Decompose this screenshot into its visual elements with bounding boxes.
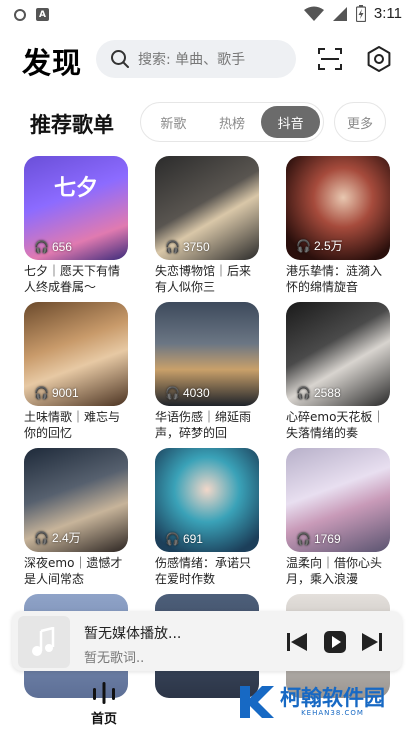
playlist-title: 华语伤感｜绵延雨声，碎梦的回 (155, 410, 252, 440)
playlist-card[interactable]: 🎧 4030 华语伤感｜绵延雨声，碎梦的回 (155, 302, 259, 441)
previous-icon (287, 633, 307, 651)
search-icon (111, 50, 129, 68)
bottom-navigation: 首页 柯翰软件园 KEHAN38.COM (0, 676, 414, 736)
scan-icon (318, 48, 342, 70)
headphones-icon: 🎧 (34, 530, 49, 545)
headphones-icon: 🎧 (165, 240, 180, 254)
scan-button[interactable] (315, 44, 345, 74)
top-header: 发现 搜索: 单曲、歌手 (0, 38, 414, 82)
headphones-icon: 🎧 (165, 532, 180, 546)
signal-icon (332, 6, 347, 21)
settings-button[interactable] (364, 44, 394, 74)
category-tabs: 新歌 热榜 抖音 (140, 102, 324, 142)
playlist-title: 温柔向｜借你心头月，乘入浪漫 (286, 556, 383, 586)
playlist-card[interactable]: 七夕 🎧 656 七夕｜愿天下有情人终成眷属～ (24, 156, 128, 295)
watermark-url: KEHAN38.COM (301, 709, 364, 717)
nav-home-label: 首页 (90, 712, 117, 727)
player-lyrics: 暂无歌词.. (84, 651, 145, 666)
circle-notification-icon (14, 8, 26, 21)
playlist-card[interactable]: 🎧 1769 温柔向｜借你心头月，乘入浪漫 (286, 448, 390, 587)
previous-button[interactable] (284, 629, 310, 655)
status-bar: A 3:11 (0, 0, 414, 30)
play-count: 🎧 1769 (296, 532, 341, 546)
watermark-name: 柯翰软件园 (280, 686, 385, 710)
play-button[interactable] (322, 629, 348, 655)
settings-gear-icon (367, 46, 391, 72)
playlist-title: 伤感情绪：承诺只在爱时作数 (155, 556, 252, 586)
home-bars-icon (93, 682, 115, 704)
watermark-k-icon (240, 686, 274, 718)
playlist-cover: 🎧 2.4万 (24, 448, 128, 552)
play-count: 🎧 3750 (165, 240, 210, 254)
recommended-section-header: 推荐歌单 新歌 热榜 抖音 更多 (0, 102, 414, 144)
playlist-title: 失恋博物馆｜后来有人似你三 (155, 264, 252, 294)
playlist-card[interactable]: 🎧 691 伤感情绪：承诺只在爱时作数 (155, 448, 259, 587)
playlist-card[interactable]: 🎧 3750 失恋博物馆｜后来有人似你三 (155, 156, 259, 295)
playlist-cover: 🎧 1769 (286, 448, 390, 552)
play-icon (324, 631, 346, 653)
headphones-icon: 🎧 (296, 238, 311, 253)
playlist-title: 土味情歌｜难忘与你的回忆 (24, 410, 121, 440)
cover-title-text: 七夕 (54, 176, 99, 201)
play-count: 🎧 4030 (165, 386, 210, 400)
playlist-cover: 🎧 3750 (155, 156, 259, 260)
mini-player[interactable]: 暂无媒体播放... 暂无歌词.. (12, 611, 402, 671)
headphones-icon: 🎧 (165, 386, 180, 400)
playlist-title: 心碎emo天花板｜失落情绪的奏 (286, 410, 385, 440)
play-count: 🎧 2.4万 (34, 530, 81, 546)
playlist-cover: 🎧 691 (155, 448, 259, 552)
section-title: 推荐歌单 (30, 113, 114, 137)
headphones-icon: 🎧 (296, 532, 311, 546)
playlist-title: 深夜emo｜遗憾才是人间常态 (24, 556, 123, 586)
playlist-card[interactable]: 🎧 9001 土味情歌｜难忘与你的回忆 (24, 302, 128, 441)
playlist-card[interactable]: 🎧 2588 心碎emo天花板｜失落情绪的奏 (286, 302, 390, 441)
play-count: 🎧 2.5万 (296, 238, 343, 254)
more-button[interactable]: 更多 (334, 102, 386, 142)
play-count: 🎧 9001 (34, 386, 79, 400)
playlist-cover: 🎧 2.5万 (286, 156, 390, 260)
play-count: 🎧 656 (34, 240, 72, 254)
next-button[interactable] (359, 629, 385, 655)
playlist-cover: 🎧 4030 (155, 302, 259, 406)
watermark-logo: 柯翰软件园 KEHAN38.COM (236, 682, 385, 722)
play-count: 🎧 2588 (296, 386, 341, 400)
playlist-card[interactable]: 🎧 2.5万 港乐挚情：涟漪入怀的绵情旋音 (286, 156, 390, 295)
tab-new-songs[interactable]: 新歌 (144, 106, 203, 138)
headphones-icon: 🎧 (34, 386, 49, 400)
player-artwork (18, 616, 70, 668)
playlist-cover: 🎧 9001 (24, 302, 128, 406)
search-input[interactable]: 搜索: 单曲、歌手 (96, 40, 296, 78)
page-title: 发现 (22, 46, 83, 80)
playlist-card[interactable]: 🎧 2.4万 深夜emo｜遗憾才是人间常态 (24, 448, 128, 587)
playlist-title: 港乐挚情：涟漪入怀的绵情旋音 (286, 264, 383, 294)
playlist-cover: 七夕 🎧 656 (24, 156, 128, 260)
headphones-icon: 🎧 (296, 386, 311, 400)
headphones-icon: 🎧 (34, 240, 49, 254)
battery-charging-icon (355, 5, 366, 22)
nav-home[interactable]: 首页 (82, 682, 126, 727)
a-notification-icon: A (36, 8, 49, 21)
music-note-icon (32, 627, 55, 656)
search-placeholder: 搜索: 单曲、歌手 (138, 52, 246, 68)
play-count: 🎧 691 (165, 532, 203, 546)
player-title: 暂无媒体播放... (84, 626, 182, 642)
playlist-cover: 🎧 2588 (286, 302, 390, 406)
playlist-title: 七夕｜愿天下有情人终成眷属～ (24, 264, 121, 294)
next-icon (362, 633, 382, 651)
tab-douyin[interactable]: 抖音 (261, 106, 321, 138)
tab-hot-chart[interactable]: 热榜 (203, 106, 262, 138)
status-time: 3:11 (373, 5, 402, 22)
wifi-icon (303, 6, 324, 21)
